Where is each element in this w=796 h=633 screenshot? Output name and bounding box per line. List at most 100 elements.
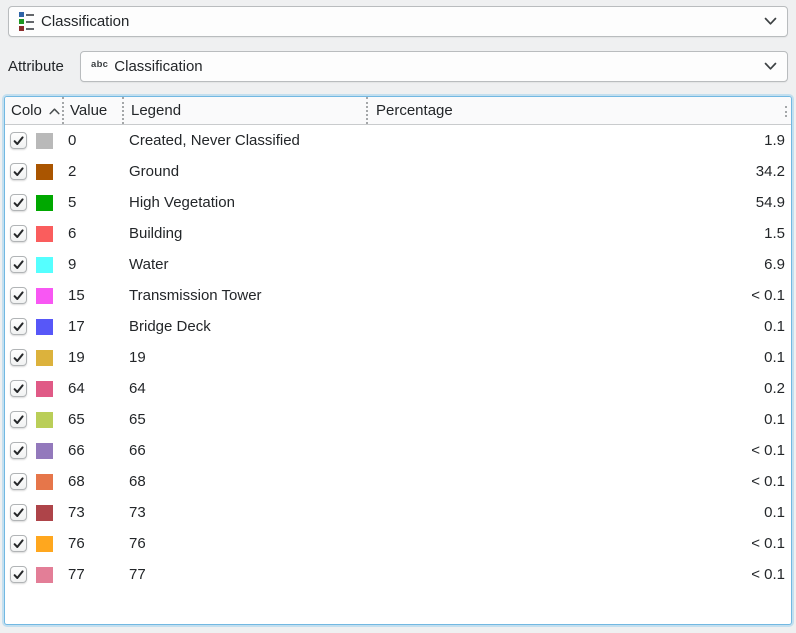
- table-row[interactable]: 0 Created, Never Classified 1.9: [5, 125, 791, 156]
- row-checkbox[interactable]: [10, 256, 27, 273]
- row-checkbox[interactable]: [10, 504, 27, 521]
- color-swatch[interactable]: [36, 567, 53, 583]
- row-value[interactable]: 65: [62, 411, 122, 428]
- table-row[interactable]: 68 68 < 0.1: [5, 466, 791, 497]
- row-legend[interactable]: 19: [122, 349, 366, 366]
- row-checkbox[interactable]: [10, 535, 27, 552]
- color-swatch[interactable]: [36, 350, 53, 366]
- row-legend[interactable]: High Vegetation: [122, 194, 366, 211]
- row-percentage: 0.1: [366, 504, 791, 521]
- table-row[interactable]: 19 19 0.1: [5, 342, 791, 373]
- table-row[interactable]: 65 65 0.1: [5, 404, 791, 435]
- row-legend[interactable]: 77: [122, 566, 366, 583]
- chevron-down-icon: [764, 17, 777, 26]
- table-row[interactable]: 73 73 0.1: [5, 497, 791, 528]
- row-value[interactable]: 19: [62, 349, 122, 366]
- row-value[interactable]: 0: [62, 132, 122, 149]
- row-checkbox[interactable]: [10, 380, 27, 397]
- row-percentage: 1.5: [366, 225, 791, 242]
- color-swatch[interactable]: [36, 133, 53, 149]
- table-row[interactable]: 77 77 < 0.1: [5, 559, 791, 590]
- row-checkbox[interactable]: [10, 566, 27, 583]
- row-legend[interactable]: Building: [122, 225, 366, 242]
- color-swatch[interactable]: [36, 474, 53, 490]
- classified-legend-icon: [19, 12, 34, 31]
- row-percentage: < 0.1: [366, 442, 791, 459]
- row-checkbox[interactable]: [10, 225, 27, 242]
- column-header-percentage[interactable]: Percentage: [366, 97, 791, 124]
- row-value[interactable]: 68: [62, 473, 122, 490]
- row-legend[interactable]: Bridge Deck: [122, 318, 366, 335]
- row-checkbox[interactable]: [10, 349, 27, 366]
- row-value[interactable]: 73: [62, 504, 122, 521]
- row-legend[interactable]: Transmission Tower: [122, 287, 366, 304]
- table-row[interactable]: 76 76 < 0.1: [5, 528, 791, 559]
- classification-panel: Classification Attribute abc Classificat…: [0, 0, 796, 633]
- row-checkbox[interactable]: [10, 318, 27, 335]
- row-value[interactable]: 5: [62, 194, 122, 211]
- color-swatch[interactable]: [36, 412, 53, 428]
- row-value[interactable]: 9: [62, 256, 122, 273]
- row-legend[interactable]: 65: [122, 411, 366, 428]
- row-legend[interactable]: 64: [122, 380, 366, 397]
- row-checkbox[interactable]: [10, 132, 27, 149]
- check-icon: [12, 351, 25, 364]
- row-value[interactable]: 64: [62, 380, 122, 397]
- row-legend[interactable]: 73: [122, 504, 366, 521]
- table-row[interactable]: 6 Building 1.5: [5, 218, 791, 249]
- sort-ascending-icon: [49, 108, 60, 115]
- row-checkbox[interactable]: [10, 287, 27, 304]
- row-legend[interactable]: Water: [122, 256, 366, 273]
- row-percentage: 0.2: [366, 380, 791, 397]
- row-legend[interactable]: 66: [122, 442, 366, 459]
- color-swatch[interactable]: [36, 195, 53, 211]
- row-percentage: < 0.1: [366, 473, 791, 490]
- attribute-combo[interactable]: abc Classification: [80, 51, 788, 82]
- color-swatch[interactable]: [36, 381, 53, 397]
- check-icon: [12, 568, 25, 581]
- table-row[interactable]: 5 High Vegetation 54.9: [5, 187, 791, 218]
- row-checkbox[interactable]: [10, 194, 27, 211]
- row-legend[interactable]: Created, Never Classified: [122, 132, 366, 149]
- column-header-legend[interactable]: Legend: [122, 97, 366, 124]
- row-value[interactable]: 2: [62, 163, 122, 180]
- row-legend[interactable]: Ground: [122, 163, 366, 180]
- row-value[interactable]: 6: [62, 225, 122, 242]
- color-swatch[interactable]: [36, 536, 53, 552]
- check-icon: [12, 196, 25, 209]
- color-swatch[interactable]: [36, 443, 53, 459]
- row-value[interactable]: 76: [62, 535, 122, 552]
- row-value[interactable]: 77: [62, 566, 122, 583]
- table-row[interactable]: 64 64 0.2: [5, 373, 791, 404]
- column-header-color[interactable]: Colo: [5, 97, 62, 124]
- check-icon: [12, 320, 25, 333]
- column-header-value[interactable]: Value: [62, 97, 122, 124]
- table-row[interactable]: 66 66 < 0.1: [5, 435, 791, 466]
- row-percentage: 6.9: [366, 256, 791, 273]
- table-row[interactable]: 2 Ground 34.2: [5, 156, 791, 187]
- row-legend[interactable]: 76: [122, 535, 366, 552]
- color-swatch[interactable]: [36, 257, 53, 273]
- row-value[interactable]: 15: [62, 287, 122, 304]
- color-swatch[interactable]: [36, 505, 53, 521]
- color-swatch[interactable]: [36, 319, 53, 335]
- renderer-combo[interactable]: Classification: [8, 6, 788, 37]
- row-checkbox[interactable]: [10, 473, 27, 490]
- table-row[interactable]: 15 Transmission Tower < 0.1: [5, 280, 791, 311]
- color-swatch[interactable]: [36, 226, 53, 242]
- color-swatch[interactable]: [36, 288, 53, 304]
- row-value[interactable]: 66: [62, 442, 122, 459]
- row-checkbox[interactable]: [10, 163, 27, 180]
- table-row[interactable]: 17 Bridge Deck 0.1: [5, 311, 791, 342]
- row-checkbox[interactable]: [10, 442, 27, 459]
- renderer-combo-value: Classification: [41, 13, 129, 30]
- check-icon: [12, 444, 25, 457]
- check-icon: [12, 258, 25, 271]
- row-percentage: 0.1: [366, 411, 791, 428]
- table-row[interactable]: 9 Water 6.9: [5, 249, 791, 280]
- row-checkbox[interactable]: [10, 411, 27, 428]
- row-legend[interactable]: 68: [122, 473, 366, 490]
- row-percentage: 54.9: [366, 194, 791, 211]
- color-swatch[interactable]: [36, 164, 53, 180]
- row-value[interactable]: 17: [62, 318, 122, 335]
